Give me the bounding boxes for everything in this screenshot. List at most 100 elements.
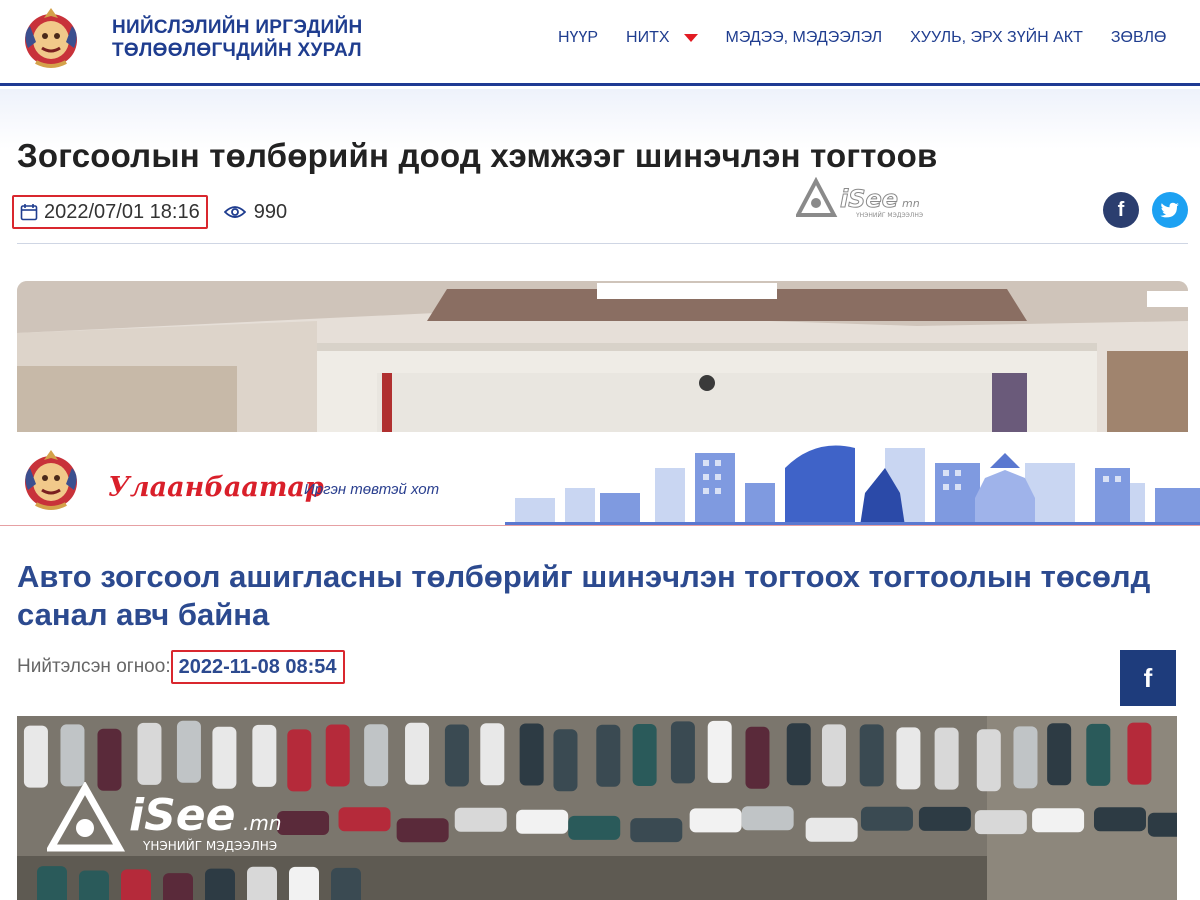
car-shape	[974, 810, 1027, 835]
facebook-icon: f	[1117, 198, 1125, 221]
car-shape	[632, 724, 657, 787]
car-shape	[405, 722, 430, 785]
car-shape	[860, 806, 913, 831]
car-shape	[821, 724, 846, 787]
car-shape	[918, 806, 971, 831]
ub-slogan: Иргэн төвтэй хот	[304, 481, 440, 498]
calendar-icon	[20, 204, 38, 221]
car-shape	[786, 723, 811, 786]
nav-item-law[interactable]: ХУУЛЬ, ЭРХ ЗҮЙН АКТ	[910, 29, 1083, 47]
svg-text:ҮНЭНИЙГ МЭДЭЭЛНЭ: ҮНЭНИЙГ МЭДЭЭЛНЭ	[142, 838, 277, 853]
car-shape	[212, 726, 237, 789]
car-shape	[745, 726, 770, 789]
eye-icon	[223, 206, 246, 218]
city-emblem-icon[interactable]	[16, 446, 86, 514]
car-shape	[934, 727, 959, 790]
car-shape	[205, 868, 235, 900]
car-shape	[1127, 722, 1152, 785]
main-nav: НҮҮР НИТХ МЭДЭЭ, МЭДЭЭЛЭЛ ХУУЛЬ, ЭРХ ЗҮЙ…	[558, 27, 1194, 49]
car-shape	[670, 721, 695, 784]
facebook-share-button[interactable]: f	[1103, 192, 1139, 228]
car-shape	[1013, 726, 1038, 789]
article-title: Зогсоолын төлбөрийн доод хэмжээг шинэчлэ…	[17, 137, 938, 174]
site-header: НИЙСЛЭЛИЙН ИРГЭДИЙН ТӨЛӨӨЛӨГЧДИЙН ХУРАЛ …	[0, 0, 1200, 86]
car-shape	[516, 809, 569, 834]
car-shape	[859, 724, 884, 787]
car-shape	[79, 870, 109, 900]
article-meta: 2022/07/01 18:16 990	[12, 195, 287, 229]
svg-text:mn: mn	[902, 197, 920, 210]
city-emblem-icon[interactable]	[16, 4, 86, 72]
view-count: 990	[223, 200, 288, 224]
divider	[17, 243, 1188, 244]
car-shape	[741, 806, 794, 831]
car-shape	[896, 727, 921, 790]
publish-date: 2022-11-08 08:54	[178, 655, 337, 678]
article-photo-conference-room	[17, 281, 1188, 432]
car-shape	[364, 724, 389, 787]
publish-date: 2022/07/01 18:16	[44, 200, 200, 223]
car-shape	[444, 724, 469, 787]
car-shape	[247, 866, 277, 900]
twitter-share-button[interactable]	[1152, 192, 1188, 228]
car-shape	[519, 723, 544, 786]
car-shape	[805, 817, 858, 842]
car-shape	[1086, 723, 1111, 786]
svg-text:iSee: iSee	[840, 185, 898, 213]
car-shape	[163, 873, 193, 900]
highlighted-date: 2022/07/01 18:16	[12, 195, 208, 229]
ub-logo-text[interactable]: Улаанбаатар	[108, 472, 324, 503]
svg-text:.mn: .mn	[243, 811, 282, 835]
conference-room-image	[17, 281, 1188, 432]
article-title: Авто зогсоол ашигласны төлбөрийг шинэчлэ…	[17, 559, 1151, 632]
nav-item-news[interactable]: МЭДЭЭ, МЭДЭЭЛЭЛ	[726, 29, 883, 47]
car-shape	[137, 722, 162, 785]
facebook-share-button[interactable]: f	[1120, 650, 1176, 706]
car-shape	[553, 729, 578, 792]
city-skyline-illustration	[505, 438, 1200, 525]
car-shape	[325, 724, 350, 787]
published-label: Нийтэлсэн огноо:	[17, 656, 171, 677]
car-shape	[121, 869, 151, 900]
svg-text:iSee: iSee	[129, 790, 235, 841]
screenshot-bottom-site: Улаанбаатар Иргэн төвтэй хот Авто зогсоо…	[0, 432, 1200, 900]
ub-site-header: Улаанбаатар Иргэн төвтэй хот	[0, 438, 1200, 526]
car-shape	[37, 866, 67, 900]
org-name-line2: ТӨЛӨӨЛӨГЧДИЙН ХУРАЛ	[112, 40, 362, 61]
car-shape	[396, 818, 449, 843]
nav-item-council[interactable]: НИТХ	[626, 29, 698, 47]
nav-item-council-label: НИТХ	[626, 29, 670, 46]
car-shape	[630, 818, 683, 843]
car-shape	[338, 807, 391, 832]
car-shape	[707, 720, 732, 783]
car-shape	[1093, 807, 1146, 832]
article-meta: Нийтэлсэн огноо: 2022-11-08 08:54	[17, 650, 345, 684]
car-shape	[60, 724, 85, 787]
nav-item-home[interactable]: НҮҮР	[558, 29, 598, 47]
car-shape	[596, 724, 621, 787]
highlighted-date: 2022-11-08 08:54	[170, 650, 345, 684]
car-shape	[976, 729, 1001, 792]
screenshot-top-site: НИЙСЛЭЛИЙН ИРГЭДИЙН ТӨЛӨӨЛӨГЧДИЙН ХУРАЛ …	[0, 0, 1200, 432]
twitter-icon	[1160, 202, 1179, 218]
car-shape	[23, 725, 48, 788]
car-shape	[1147, 812, 1177, 837]
org-name-line1: НИЙСЛЭЛИЙН ИРГЭДИЙН	[112, 17, 363, 38]
caret-down-icon[interactable]	[683, 34, 698, 42]
car-shape	[331, 867, 361, 900]
facebook-icon: f	[1143, 662, 1153, 693]
car-shape	[454, 807, 507, 832]
isee-logo-icon: iSee .mn ҮНЭНИЙГ МЭДЭЭЛНЭ	[47, 782, 282, 853]
isee-logo-icon: iSee mn ҮНЭНИЙГ МЭДЭЭЛНЭ	[796, 177, 923, 219]
car-shape	[689, 808, 742, 833]
car-shape	[176, 720, 201, 783]
nav-item-council-board[interactable]: ЗӨВЛӨ	[1111, 29, 1167, 47]
article-section: Зогсоолын төлбөрийн доод хэмжээг шинэчлэ…	[0, 89, 1200, 432]
views-number: 990	[253, 200, 288, 223]
car-shape	[568, 815, 621, 840]
car-shape	[252, 724, 277, 787]
car-shape	[480, 723, 505, 786]
org-name[interactable]: НИЙСЛЭЛИЙН ИРГЭДИЙН ТӨЛӨӨЛӨГЧДИЙН ХУРАЛ	[112, 16, 362, 62]
car-shape	[1047, 723, 1072, 786]
car-shape	[289, 866, 319, 900]
